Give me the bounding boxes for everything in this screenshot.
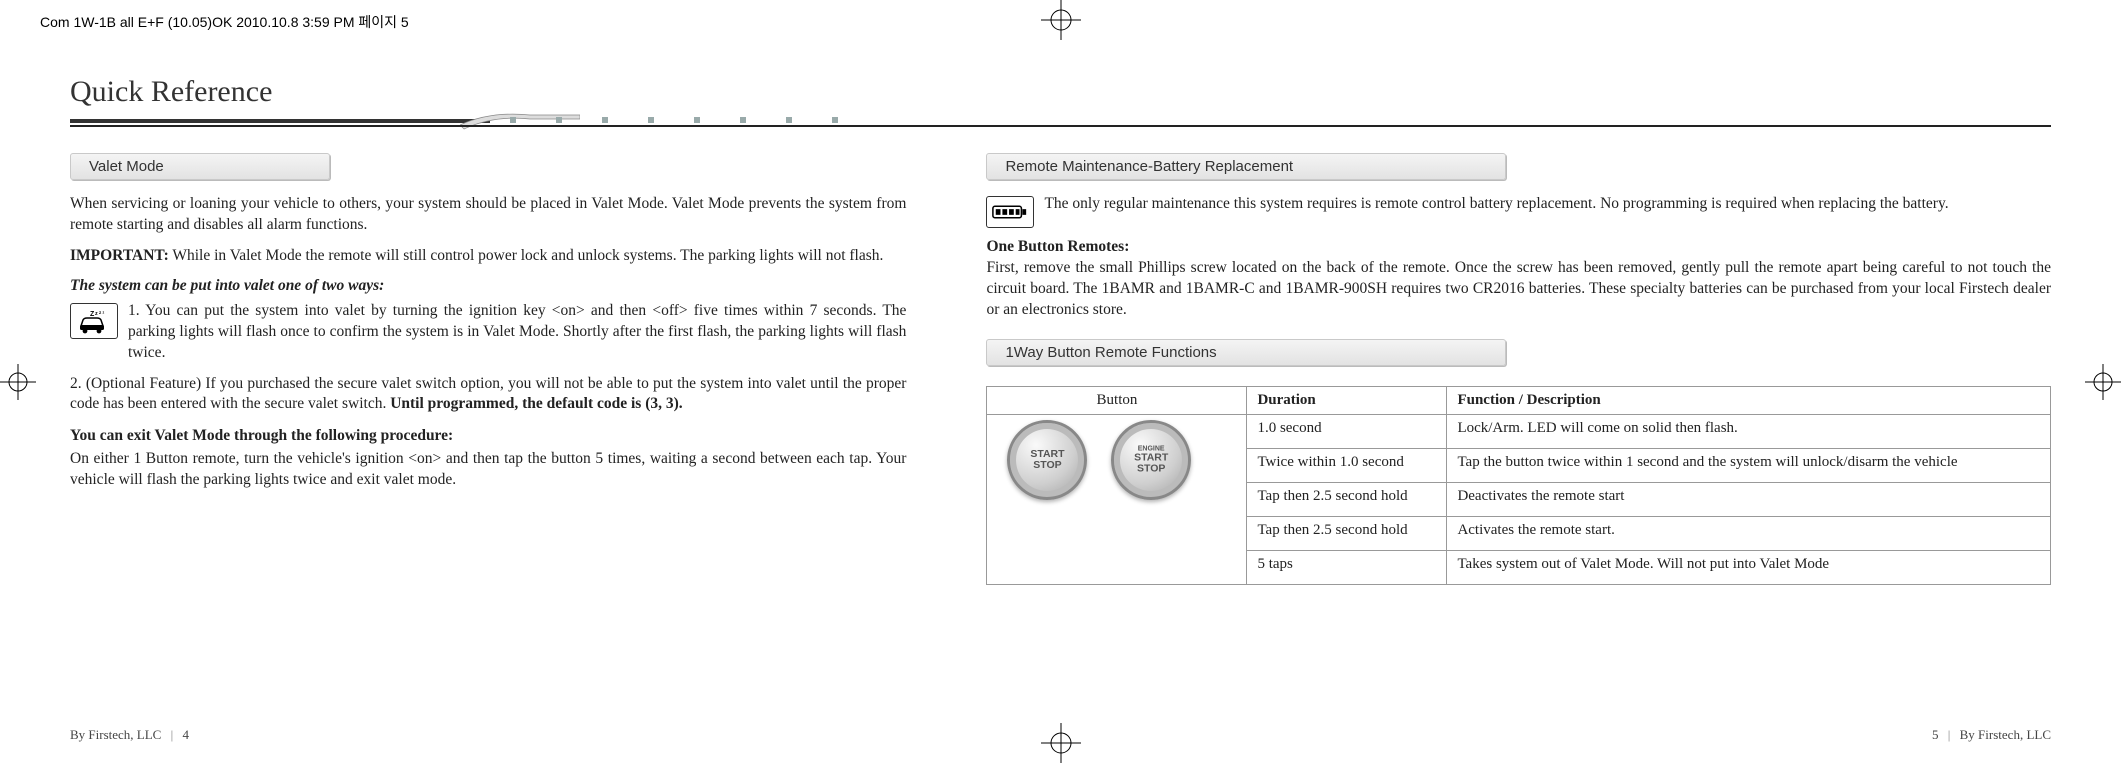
remote-button-start-stop: START STOP [1007, 420, 1087, 500]
page-title: Quick Reference [70, 75, 2051, 109]
svg-text:z: z [103, 310, 105, 314]
cell-duration: Twice within 1.0 second [1247, 448, 1447, 482]
footer-left-page: 4 [182, 727, 189, 742]
one-button-heading: One Button Remotes: [986, 238, 2051, 256]
way2-text-b: Until programmed, the default code is (3… [390, 395, 682, 412]
title-divider [70, 115, 2051, 133]
section-tab-functions: 1Way Button Remote Functions [986, 339, 1506, 366]
cell-duration: Tap then 2.5 second hold [1247, 516, 1447, 550]
cell-function: Activates the remote start. [1447, 516, 2051, 550]
svg-text:z: z [95, 311, 98, 317]
table-header-row: Button Duration Function / Description [987, 386, 2051, 414]
footer-right-page: 5 [1932, 727, 1939, 742]
footer-left: By Firstech, LLC | 4 [70, 727, 189, 743]
registration-mark-left [0, 364, 36, 400]
cell-function: Takes system out of Valet Mode. Will not… [1447, 550, 2051, 584]
footer-left-company: By Firstech, LLC [70, 727, 161, 742]
cell-duration: Tap then 2.5 second hold [1247, 482, 1447, 516]
functions-table: Button Duration Function / Description S… [986, 386, 2051, 585]
important-text: While in Valet Mode the remote will stil… [169, 247, 884, 264]
remote-button-engine-start-stop: ENGINE START STOP [1111, 420, 1191, 500]
button-cell: START STOP ENGINE START STOP [987, 414, 1247, 584]
car-sleep-icon: Z z z z [70, 303, 118, 339]
valet-way-2: 2. (Optional Feature) If you purchased t… [70, 374, 906, 416]
one-button-text: First, remove the small Phillips screw l… [986, 258, 2051, 321]
cell-duration: 5 taps [1247, 550, 1447, 584]
right-column: Remote Maintenance-Battery Replacement T… [986, 153, 2051, 585]
way1-text: 1. You can put the system into valet by … [128, 301, 906, 364]
th-button: Button [987, 386, 1247, 414]
cell-function: Lock/Arm. LED will come on solid then fl… [1447, 414, 2051, 448]
footer-sep: | [1948, 727, 1951, 742]
registration-mark-top [1041, 0, 1081, 40]
registration-mark-right [2085, 364, 2121, 400]
important-label: IMPORTANT: [70, 247, 169, 264]
footer-sep: | [171, 727, 174, 742]
section-tab-valet-mode: Valet Mode [70, 153, 330, 180]
valet-way-1: Z z z z 1. You can put the system into v… [70, 301, 906, 364]
left-column: Valet Mode When servicing or loaning you… [70, 153, 906, 585]
section-tab-battery: Remote Maintenance-Battery Replacement [986, 153, 1506, 180]
maintenance-text: The only regular maintenance this system… [1044, 194, 1948, 215]
ways-heading: The system can be put into valet one of … [70, 277, 906, 295]
valet-intro: When servicing or loaning your vehicle t… [70, 194, 906, 236]
cell-function: Tap the button twice within 1 second and… [1447, 448, 2051, 482]
table-row: START STOP ENGINE START STOP 1.0 second … [987, 414, 2051, 448]
valet-important: IMPORTANT: While in Valet Mode the remot… [70, 246, 906, 267]
footer-right: 5 | By Firstech, LLC [1932, 727, 2051, 743]
th-duration: Duration [1247, 386, 1447, 414]
print-header: Com 1W-1B all E+F (10.05)OK 2010.10.8 3:… [40, 12, 409, 32]
remote-button-1-label: START STOP [1030, 449, 1064, 471]
battery-icon [986, 196, 1034, 228]
cell-function: Deactivates the remote start [1447, 482, 2051, 516]
footer-right-company: By Firstech, LLC [1960, 727, 2051, 742]
exit-heading: You can exit Valet Mode through the foll… [70, 427, 906, 445]
remote-button-2-label: START STOP [1134, 451, 1168, 474]
th-function: Function / Description [1447, 386, 2051, 414]
maintenance-row: The only regular maintenance this system… [986, 194, 2051, 228]
exit-text: On either 1 Button remote, turn the vehi… [70, 449, 906, 491]
cell-duration: 1.0 second [1247, 414, 1447, 448]
registration-mark-bottom [1041, 723, 1081, 763]
